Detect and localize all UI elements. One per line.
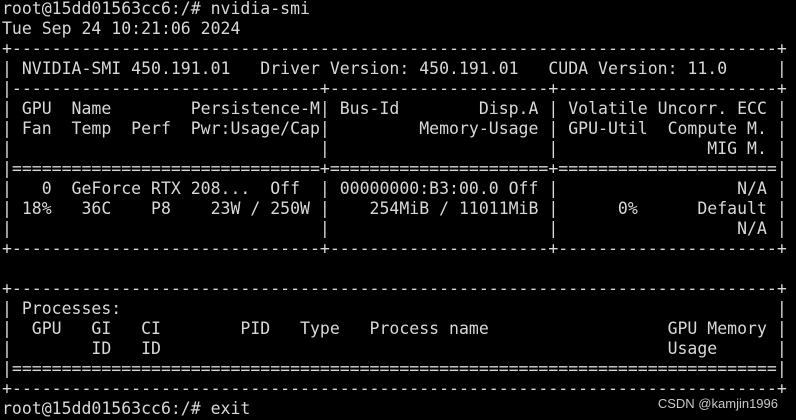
header-separator: |===============================+=======… (2, 159, 787, 178)
gpu-header-line-3: | | | MIG M. | (2, 139, 787, 158)
processes-separator: |=======================================… (2, 359, 787, 378)
gpu-row-3: | | | N/A | (2, 219, 787, 238)
gpu-row-1: | 0 GeForce RTX 208... Off | 00000000:B3… (2, 179, 787, 198)
processes-title: | Processes: | (2, 299, 787, 318)
prompt-line: root@15dd01563cc6:/# nvidia-smi (2, 0, 310, 18)
table-divider: |-------------------------------+-------… (2, 79, 787, 98)
gpu-header-line-2: | Fan Temp Perf Pwr:Usage/Cap| Memory-Us… (2, 119, 787, 138)
processes-header-2: | ID ID Usage | (2, 339, 787, 358)
table-border-bottom: +-------------------------------+-------… (2, 239, 787, 258)
timestamp-line: Tue Sep 24 10:21:06 2024 (2, 19, 241, 38)
processes-header-1: | GPU GI CI PID Type Process name GPU Me… (2, 319, 787, 338)
processes-border-top: +---------------------------------------… (2, 279, 787, 298)
gpu-header-line-1: | GPU Name Persistence-M| Bus-Id Disp.A … (2, 99, 787, 118)
csdn-watermark: CSDN @kamjin1996 (657, 396, 778, 411)
gpu-row-2: | 18% 36C P8 23W / 250W | 254MiB / 11011… (2, 199, 787, 218)
version-line: | NVIDIA-SMI 450.191.01 Driver Version: … (2, 59, 787, 78)
terminal-output[interactable]: root@15dd01563cc6:/# nvidia-smi Tue Sep … (2, 0, 796, 420)
table-border-top: +---------------------------------------… (2, 39, 787, 58)
